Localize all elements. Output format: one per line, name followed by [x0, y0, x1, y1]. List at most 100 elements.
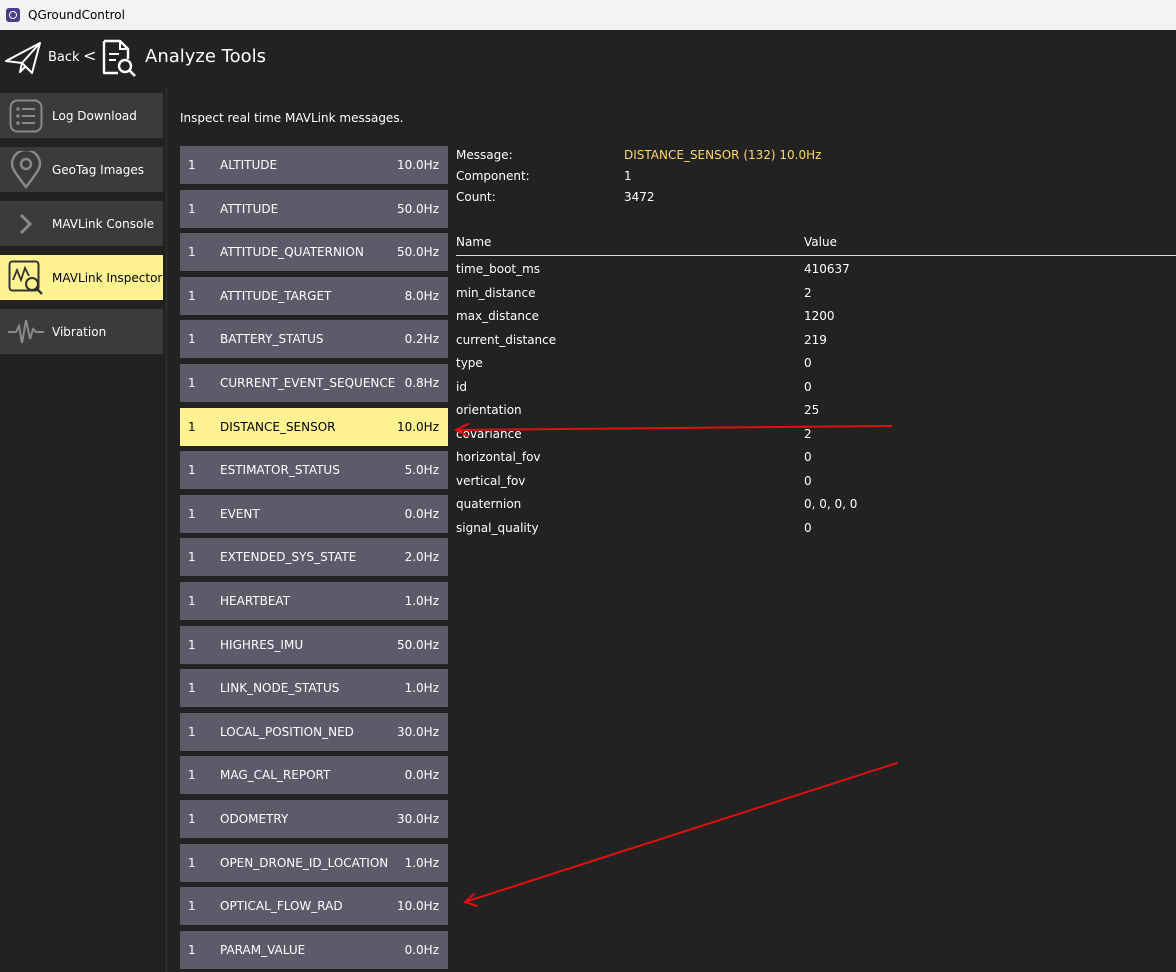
- message-component-id: 1: [188, 855, 196, 870]
- message-component-id: 1: [188, 724, 196, 739]
- field-row: vertical_fov 0: [456, 474, 1176, 496]
- window-titlebar: QGroundControl: [0, 0, 1176, 30]
- message-label: Message:: [456, 148, 513, 162]
- field-name: covariance: [456, 426, 522, 441]
- message-rate: 1.0Hz: [404, 855, 439, 870]
- sidebar-item-mavlink-console[interactable]: MAVLink Console: [0, 201, 163, 246]
- paper-plane-icon[interactable]: [4, 39, 42, 77]
- sidebar-item-geotag-images[interactable]: GeoTag Images: [0, 147, 163, 192]
- message-component-id: 1: [188, 768, 196, 783]
- field-name: type: [456, 356, 483, 370]
- message-rate: 0.8Hz: [404, 376, 439, 390]
- message-name: OPTICAL_FLOW_RAD: [220, 899, 343, 914]
- field-value: 0: [804, 450, 812, 464]
- field-name: min_distance: [456, 285, 536, 300]
- message-component-id: 1: [188, 637, 196, 652]
- message-name: PARAM_VALUE: [220, 942, 306, 957]
- message-rate: 10.0Hz: [396, 419, 439, 434]
- message-name: MAG_CAL_REPORT: [220, 768, 331, 783]
- sidebar-item-label: Vibration: [52, 324, 107, 339]
- message-component-id: 1: [188, 245, 196, 260]
- waveform-icon: [6, 312, 46, 352]
- message-component-id: 1: [188, 681, 196, 696]
- message-name: HEARTBEAT: [220, 594, 291, 608]
- message-rate: 50.0Hz: [396, 245, 439, 260]
- field-value: 2: [804, 285, 812, 300]
- component-value: 1: [624, 169, 632, 183]
- message-row[interactable]: 1 PARAM_VALUE 0.0Hz: [180, 930, 448, 969]
- field-value: 1200: [804, 309, 835, 323]
- window-title: QGroundControl: [28, 8, 125, 22]
- message-row[interactable]: 1 ATTITUDE_TARGET 8.0Hz: [180, 276, 448, 315]
- message-rate: 10.0Hz: [396, 158, 439, 172]
- message-component-id: 1: [188, 506, 196, 521]
- qgc-app-icon: [6, 8, 20, 22]
- message-component-id: 1: [188, 288, 196, 303]
- message-component-id: 1: [188, 550, 196, 565]
- message-row[interactable]: 1 HEARTBEAT 1.0Hz: [180, 582, 448, 620]
- message-row[interactable]: 1 MAG_CAL_REPORT 0.0Hz: [180, 756, 448, 795]
- sidebar-item-label: MAVLink Console: [52, 216, 155, 231]
- message-component-id: 1: [188, 419, 196, 434]
- sidebar-item-vibration[interactable]: Vibration: [0, 309, 163, 354]
- message-row[interactable]: 1 BATTERY_STATUS 0.2Hz: [180, 320, 448, 359]
- sidebar-item-log-download[interactable]: Log Download: [0, 93, 163, 138]
- field-value: 219: [804, 332, 827, 347]
- message-name: BATTERY_STATUS: [220, 332, 324, 347]
- sidebar: Log Download GeoTag Images MAVLink Conso…: [0, 88, 167, 972]
- field-value: 0: [804, 473, 812, 488]
- message-name: DISTANCE_SENSOR: [220, 419, 336, 434]
- message-row[interactable]: 1 ODOMETRY 30.0Hz: [180, 800, 448, 838]
- field-row: min_distance 2: [456, 286, 1176, 308]
- message-rate: 0.0Hz: [404, 942, 439, 957]
- message-name: CURRENT_EVENT_SEQUENCE: [220, 376, 396, 390]
- message-rate: 0.0Hz: [404, 768, 439, 783]
- message-row[interactable]: 1 DISTANCE_SENSOR 10.0Hz: [180, 407, 448, 446]
- message-row[interactable]: 1 ATTITUDE_QUATERNION 50.0Hz: [180, 233, 448, 272]
- message-row[interactable]: 1 OPTICAL_FLOW_RAD 10.0Hz: [180, 887, 448, 926]
- message-rate: 8.0Hz: [404, 288, 439, 303]
- field-name: max_distance: [456, 309, 539, 323]
- message-value: DISTANCE_SENSOR (132) 10.0Hz: [624, 148, 822, 162]
- message-name: ODOMETRY: [220, 812, 289, 826]
- message-row[interactable]: 1 ATTITUDE 50.0Hz: [180, 189, 448, 228]
- field-name: signal_quality: [456, 520, 539, 535]
- message-name: HIGHRES_IMU: [220, 637, 304, 652]
- message-row[interactable]: 1 CURRENT_EVENT_SEQUENCE 0.8Hz: [180, 364, 448, 402]
- message-row[interactable]: 1 HIGHRES_IMU 50.0Hz: [180, 625, 448, 664]
- sidebar-item-mavlink-inspector[interactable]: MAVLink Inspector: [0, 255, 163, 300]
- message-component-id: 1: [188, 812, 196, 826]
- message-component-id: 1: [188, 158, 196, 172]
- message-row[interactable]: 1 EVENT 0.0Hz: [180, 494, 448, 533]
- sidebar-item-label: GeoTag Images: [52, 162, 144, 177]
- message-row[interactable]: 1 EXTENDED_SYS_STATE 2.0Hz: [180, 538, 448, 577]
- field-value: 0: [804, 520, 812, 535]
- message-row[interactable]: 1 LINK_NODE_STATUS 1.0Hz: [180, 669, 448, 708]
- field-value: 0: [804, 356, 812, 370]
- column-header-value: Value: [804, 235, 837, 249]
- list-icon: [6, 96, 46, 136]
- field-row: max_distance 1200: [456, 309, 1176, 331]
- column-header-name: Name: [456, 235, 492, 249]
- field-name: horizontal_fov: [456, 450, 541, 464]
- field-name: vertical_fov: [456, 473, 526, 488]
- message-name: ESTIMATOR_STATUS: [220, 463, 340, 478]
- field-row: covariance 2: [456, 427, 1176, 449]
- message-component-id: 1: [188, 899, 196, 914]
- message-name: ATTITUDE_TARGET: [220, 288, 332, 303]
- message-name: OPEN_DRONE_ID_LOCATION: [220, 855, 389, 870]
- message-rate: 50.0Hz: [396, 201, 439, 216]
- analyze-document-icon: [102, 39, 136, 77]
- message-rate: 50.0Hz: [396, 637, 439, 652]
- message-row[interactable]: 1 ALTITUDE 10.0Hz: [180, 146, 448, 184]
- fields-table-header: Name Value: [456, 234, 1176, 256]
- message-rate: 30.0Hz: [396, 724, 439, 739]
- page-header: Back < Analyze Tools: [0, 30, 1176, 88]
- back-button[interactable]: Back: [48, 50, 80, 65]
- field-row: orientation 25: [456, 403, 1176, 425]
- field-name: quaternion: [456, 497, 522, 511]
- message-row[interactable]: 1 LOCAL_POSITION_NED 30.0Hz: [180, 712, 448, 751]
- message-row[interactable]: 1 ESTIMATOR_STATUS 5.0Hz: [180, 451, 448, 490]
- message-row[interactable]: 1 OPEN_DRONE_ID_LOCATION 1.0Hz: [180, 843, 448, 882]
- field-name: current_distance: [456, 332, 557, 347]
